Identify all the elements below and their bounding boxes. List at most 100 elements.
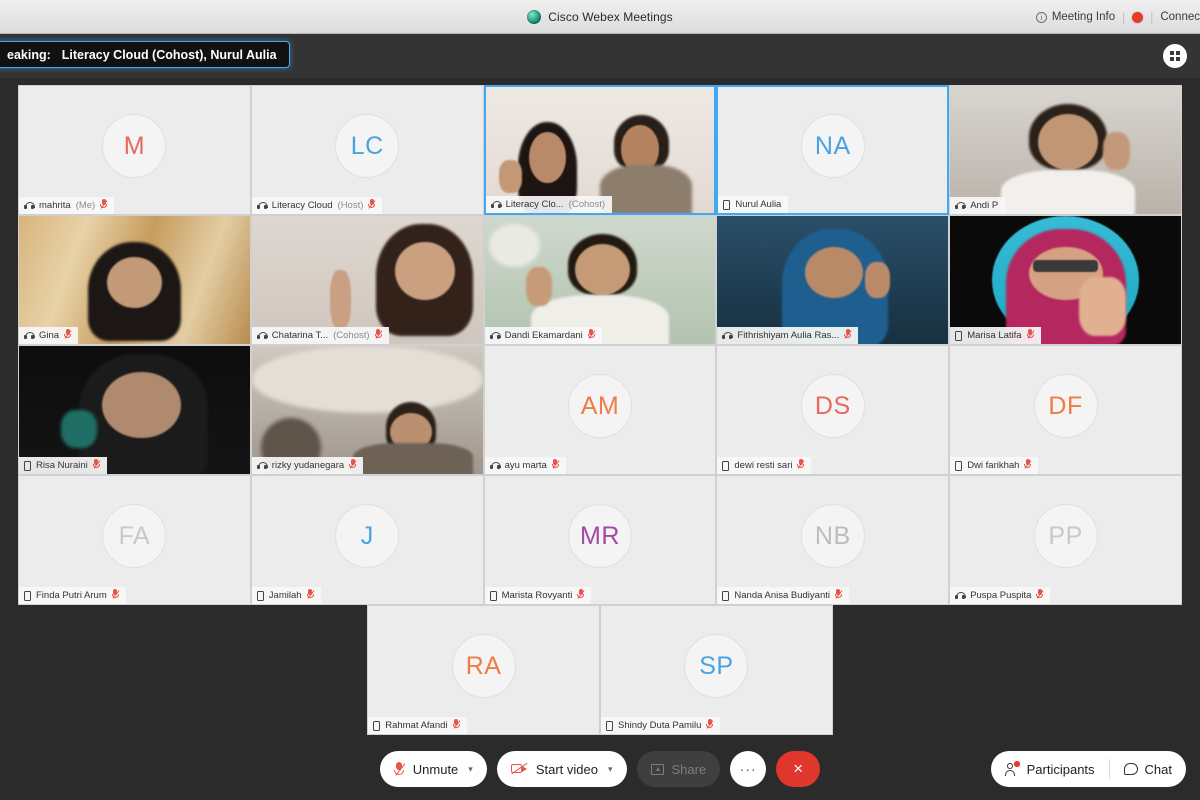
active-speaker-banner: eaking: Literacy Cloud (Cohost), Nurul A… [0,41,290,68]
participant-tile[interactable]: PP Puspa Puspita [949,475,1182,605]
participant-tile[interactable]: LC Literacy Cloud (Host) [250,85,484,215]
participant-name: Marisa Latifa [967,330,1022,341]
end-call-button[interactable]: × [776,751,821,787]
avatar-initials: MR [580,521,620,550]
video-subject [1037,114,1098,171]
app-title: Cisco Webex Meetings [548,9,673,24]
participant-grid: Mmahrita (Me) LC Literacy Cloud (Host) Litera… [18,85,1182,735]
participant-tile[interactable]: FA Finda Putri Arum [18,475,251,605]
unmute-button[interactable]: Unmute ▾ [379,751,487,787]
mic-muted-icon [1024,459,1032,472]
video-feed [485,87,715,213]
participant-role: (Cohost) [568,199,606,210]
participant-nameplate: Marisa Latifa [950,327,1041,344]
phone-icon [723,199,731,210]
chevron-down-icon[interactable]: ▾ [608,764,613,775]
avatar-initials: FA [118,521,151,550]
mic-muted-icon [368,199,376,212]
start-video-button[interactable]: Start video ▾ [496,751,627,787]
participant-nameplate: Literacy Clo... (Cohost) [485,196,613,213]
grid-layout-icon[interactable] [1163,44,1187,68]
participants-button[interactable]: Participants [991,751,1109,787]
unmute-label: Unmute [412,761,459,777]
mic-muted-icon [64,329,72,342]
mic-muted-icon [349,459,357,472]
video-subject [574,244,630,296]
mic-muted-icon [374,329,383,342]
more-options-icon: ··· [739,761,757,777]
participant-row: Risa Nuraini rizky yudanegara AM ayu marta D… [18,345,1182,475]
video-feed [950,216,1181,344]
meeting-info-label: Meeting Info [1051,11,1116,23]
phone-icon [722,590,730,601]
participant-nameplate: mahrita (Me) [19,197,115,214]
title-bar-right-group: i Meeting Info | | Connec [1035,0,1200,34]
more-options-button[interactable]: ··· [730,751,767,787]
mic-muted-icon [111,589,120,602]
mic-muted-icon [706,719,714,732]
avatar: NA [800,114,865,179]
participants-label: Participants [1026,761,1095,777]
video-subject [106,256,163,309]
avatar-initials: J [360,521,374,550]
mic-muted-icon [452,719,461,732]
participant-tile[interactable]: DS dewi resti sari [716,345,950,475]
phone-icon [606,720,613,731]
title-bar: Cisco Webex Meetings i Meeting Info | | … [0,0,1200,34]
avatar: LC [335,114,400,179]
video-subject [1079,277,1126,337]
start-video-label: Start video [535,761,598,777]
participant-tile[interactable]: Marisa Latifa [949,215,1182,345]
participant-name: Jamilah [268,590,302,601]
participant-name: Nurul Aulia [735,199,782,210]
participant-tile[interactable]: SP Shindy Duta Pamilu [600,605,833,735]
participant-tile[interactable]: AM ayu marta [483,345,717,475]
chat-button[interactable]: Chat [1110,751,1186,787]
mic-muted-icon [1036,589,1044,602]
participant-nameplate: Marista Rovyanti [484,587,592,604]
meeting-info-button[interactable]: i Meeting Info [1035,11,1116,23]
video-feed [251,216,483,344]
participant-tile[interactable]: Literacy Clo... (Cohost) [483,85,717,215]
participant-tile[interactable]: DF Dwi farikhah [949,345,1182,475]
avatar-initials: LC [350,131,384,160]
headset-icon [489,331,501,340]
camera-off-icon [510,762,528,775]
avatar: M [102,114,167,179]
headset-icon [489,461,501,470]
phone-icon [24,590,31,601]
avatar-initials: AM [580,391,620,420]
participant-name: Puspa Puspita [970,590,1032,601]
phone-icon [256,590,264,601]
avatar: J [335,504,400,569]
participant-name: Gina [39,330,60,341]
participant-tile[interactable]: Andi P [949,85,1182,215]
participant-tile[interactable]: Fithrishiyam Aulia Ras... [716,215,950,345]
avatar: DS [800,374,865,439]
share-screen-icon [650,763,664,775]
participant-tile[interactable]: Gina [18,215,251,345]
participant-tile[interactable]: Dandi Ekamardani [483,215,717,345]
grid-glyph [1170,51,1180,61]
recording-dot-icon[interactable] [1132,11,1144,23]
participant-tile[interactable]: MR Marista Rovyanti [483,475,717,605]
participant-tile[interactable]: J Jamilah [250,475,484,605]
headset-icon [490,200,502,209]
avatar: NB [800,504,865,569]
video-subject [805,246,863,298]
video-subject [394,241,455,301]
participant-tile[interactable]: Chatarina T... (Cohost) [250,215,484,345]
chevron-down-icon[interactable]: ▾ [468,764,473,775]
avatar-initials: RA [465,651,502,680]
participant-tile[interactable]: NA Nurul Aulia [716,85,950,215]
share-button[interactable]: Share [636,751,721,787]
participant-tile[interactable]: NB Nanda Anisa Budiyanti [716,475,950,605]
chat-label: Chat [1144,761,1172,777]
headset-icon [722,331,734,340]
participant-nameplate: Rahmat Afandi [368,717,467,734]
meeting-controls-toolbar: Unmute ▾ Start video ▾ Share ··· × Parti… [0,738,1200,800]
participant-tile[interactable]: rizky yudanegara [250,345,484,475]
participant-tile[interactable]: Mmahrita (Me) [18,85,251,215]
participant-tile[interactable]: Risa Nuraini [18,345,251,475]
participant-tile[interactable]: RA Rahmat Afandi [367,605,600,735]
